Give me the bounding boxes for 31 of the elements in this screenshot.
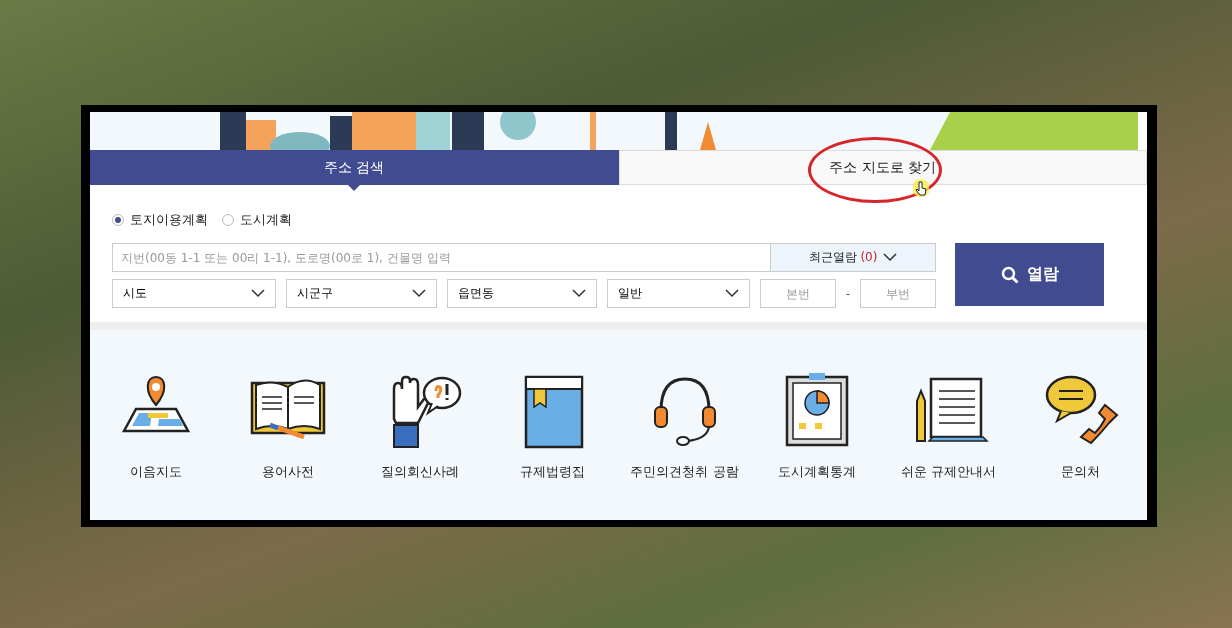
radio-option[interactable]: 도시계획	[222, 211, 292, 229]
chevron-down-icon	[883, 253, 898, 262]
quick-link[interactable]: 규제법령집	[487, 370, 618, 520]
chevron-down-icon	[724, 289, 739, 298]
search-field[interactable]: 지번(00동 1-1 또는 00리 1-1), 도로명(00로 1), 건물명 입력	[112, 243, 771, 272]
quick-link[interactable]: 주민의견청취 공람	[619, 370, 750, 520]
view-button[interactable]: 열람	[955, 243, 1104, 306]
chevron-down-icon	[412, 289, 427, 298]
search-icon	[1000, 265, 1019, 284]
dropdown[interactable]: 시군구	[286, 279, 438, 308]
sub-number-field[interactable]: 부번	[860, 279, 936, 308]
hand-cursor-icon	[913, 178, 929, 198]
quick-link[interactable]: 도시계획통계	[751, 370, 882, 520]
quick-link[interactable]: 이음지도	[91, 370, 222, 520]
quick-link[interactable]: 질의회신사례	[355, 370, 486, 520]
recent-views-button[interactable]: 최근열람 (0)	[771, 243, 936, 272]
dropdown[interactable]: 읍면동	[447, 279, 597, 308]
chevron-down-icon	[251, 289, 266, 298]
dropdown[interactable]: 시도	[112, 279, 277, 308]
radio-label: 도시계획	[240, 211, 292, 229]
dropdown[interactable]: 일반	[606, 279, 750, 308]
tab[interactable]: 주소 지도로 찾기	[618, 150, 1147, 185]
tab-pointer-icon	[347, 184, 362, 191]
quick-link[interactable]: 문의처	[1015, 370, 1146, 520]
radio-option[interactable]: 토지이용계획	[112, 211, 208, 229]
quick-link[interactable]: 쉬운 규제안내서	[883, 370, 1014, 520]
main-number-field[interactable]: 본번	[759, 279, 836, 308]
separator: -	[845, 286, 850, 301]
chevron-down-icon	[571, 289, 586, 298]
quick-link[interactable]: 용어사전	[223, 370, 354, 520]
radio-label: 토지이용계획	[130, 211, 208, 229]
